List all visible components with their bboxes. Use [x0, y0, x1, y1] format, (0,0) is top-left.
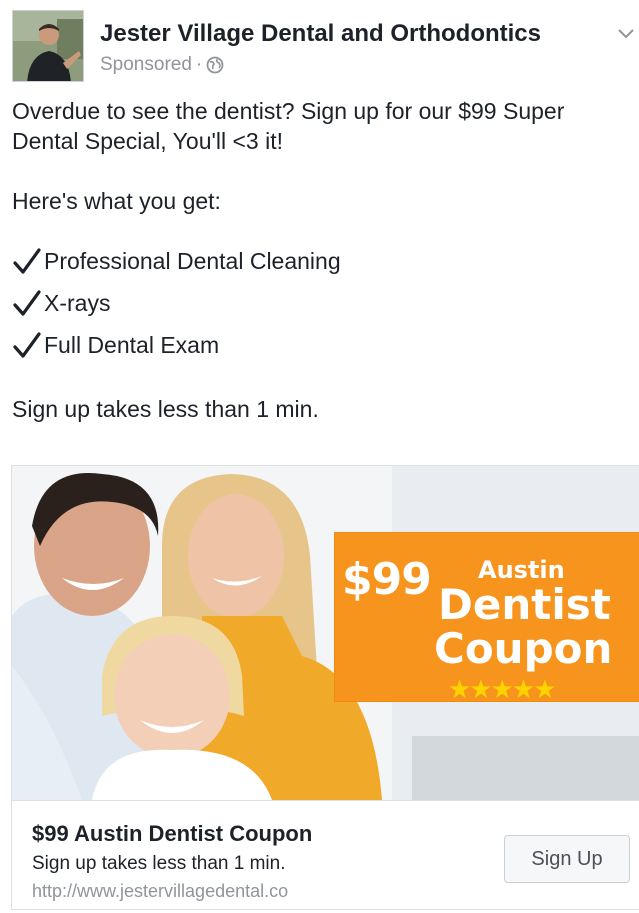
post-line-2: Dental Special, You'll <3 it!	[12, 128, 283, 154]
post-intro: Here's what you get:	[12, 188, 221, 214]
sponsored-text[interactable]: Sponsored	[100, 54, 192, 76]
checkmark-icon	[13, 332, 41, 358]
coupon-banner: $99 Austin Dentist Coupon ★★★★★	[334, 532, 639, 704]
benefit-item: Professional Dental Cleaning	[12, 240, 639, 282]
card-title[interactable]: $99 Austin Dentist Coupon	[32, 821, 312, 847]
benefit-label: Professional Dental Cleaning	[44, 248, 341, 274]
chevron-down-icon[interactable]	[616, 24, 636, 44]
link-preview-card[interactable]: $99 Austin Dentist Coupon ★★★★★ $99 Aust…	[11, 465, 639, 910]
rating-stars: ★★★★★	[448, 674, 557, 704]
separator-dot: ·	[195, 54, 203, 75]
sponsored-label: Sponsored ·	[100, 54, 224, 76]
benefit-item: Full Dental Exam	[12, 324, 639, 366]
banner-dentist: Dentist	[438, 580, 611, 629]
page-avatar[interactable]	[12, 10, 84, 82]
post-message: Overdue to see the dentist? Sign up for …	[12, 96, 639, 424]
checkmark-icon	[13, 248, 41, 274]
card-footer[interactable]: $99 Austin Dentist Coupon Sign up takes …	[12, 800, 639, 909]
benefit-label: X-rays	[44, 290, 111, 316]
benefit-item: X-rays	[12, 282, 639, 324]
post-closing: Sign up takes less than 1 min.	[12, 396, 319, 422]
page-name-link[interactable]: Jester Village Dental and Orthodontics	[100, 20, 541, 48]
card-description: Sign up takes less than 1 min.	[32, 853, 286, 874]
globe-icon	[206, 56, 224, 74]
post-line-1: Overdue to see the dentist? Sign up for …	[12, 98, 565, 124]
banner-coupon: Coupon	[434, 624, 613, 673]
benefit-label: Full Dental Exam	[44, 332, 220, 358]
post-header: Jester Village Dental and Orthodontics S…	[12, 10, 634, 84]
banner-price: $99	[342, 554, 432, 605]
ad-image[interactable]: $99 Austin Dentist Coupon ★★★★★	[12, 466, 639, 800]
card-url[interactable]: http://www.jestervillagedental.co	[32, 881, 288, 902]
sign-up-button[interactable]: Sign Up	[504, 835, 630, 883]
checkmark-icon	[13, 290, 41, 316]
